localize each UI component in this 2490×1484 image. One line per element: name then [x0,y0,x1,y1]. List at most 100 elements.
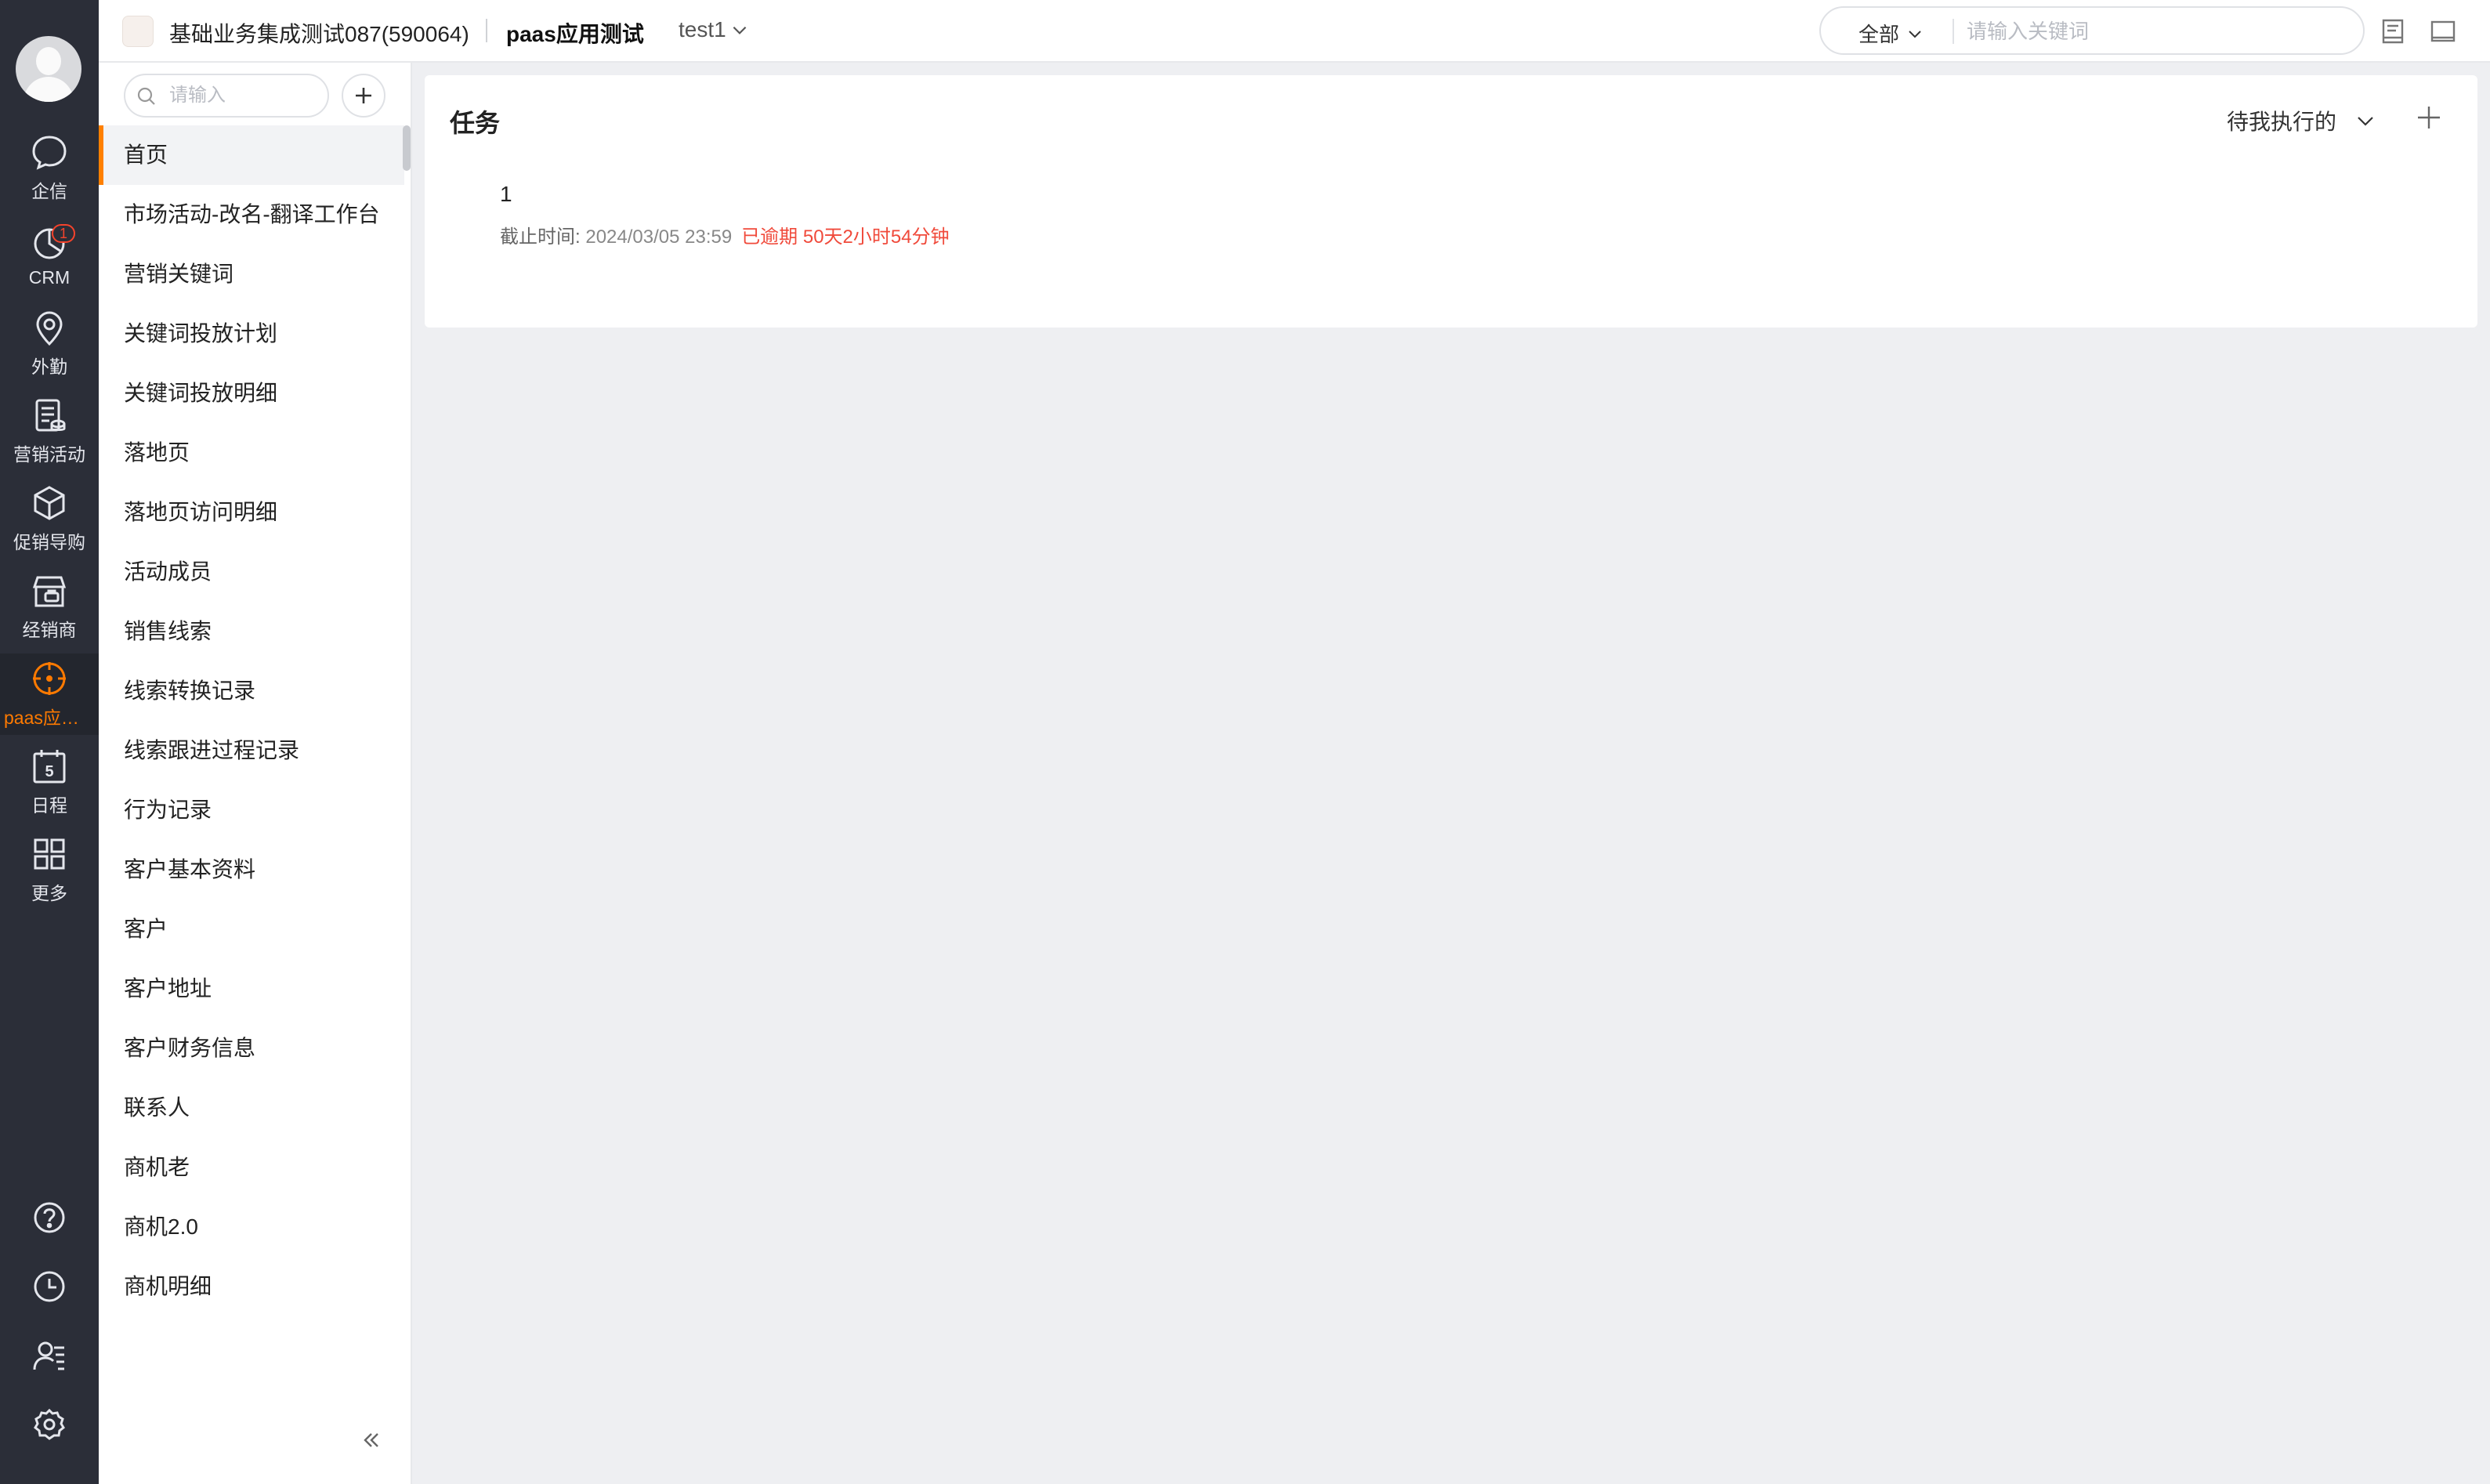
company-name[interactable]: 基础业务集成测试087(590064) [169,17,469,49]
window-icon [2430,20,2456,42]
view-selector[interactable]: test1 [679,17,750,42]
rail-label: 经销商 [22,620,77,640]
app-name: paas应用测试 [506,22,644,46]
rail-item-messaging[interactable]: 企信 [0,127,99,208]
settings-button[interactable] [0,1393,99,1456]
task-filter-label: 待我执行的 [2227,110,2337,134]
search-scope-dropdown[interactable]: 全部 [1858,19,1924,48]
task-card: 任务 待我执行的 1 截止时间: 2024/03/05 23:59 已逾期 50天… [425,75,2477,328]
rail-label: CRM [28,266,71,288]
rail-label: 促销导购 [13,532,85,552]
task-filter-dropdown[interactable]: 待我执行的 [2227,105,2377,136]
help-button[interactable] [0,1186,99,1249]
svg-text:5: 5 [45,763,53,780]
avatar[interactable] [16,36,81,102]
module-nav: 首页 市场活动-改名-翻译工作台 营销关键词 关键词投放计划 关键词投放明细 落… [99,63,412,1484]
settings-icon [34,1408,65,1440]
card-title: 任务 [450,109,501,137]
nav-item-leads[interactable]: 销售线索 [99,602,404,661]
rail-item-crm[interactable]: 1 CRM [0,215,99,296]
task-meta: 截止时间: 2024/03/05 23:59 已逾期 50天2小时54分钟 [500,221,950,248]
avatar-body [24,77,74,102]
chevron-down-icon [2358,117,2373,126]
chat-icon [32,136,67,170]
global-search: 全部 [1819,6,2365,55]
plus-icon [2418,107,2440,128]
chevron-down-icon [733,26,747,34]
rail-item-paas-app[interactable]: paas应用测试 [0,653,99,735]
nav-item-customer-finance[interactable]: 客户财务信息 [99,1019,404,1078]
chevron-down-icon [1909,30,1921,38]
nav-item-marketing-keywords[interactable]: 营销关键词 [99,244,404,304]
calendar-icon: 5 [33,750,66,784]
nav-item-lead-followup[interactable]: 线索跟进过程记录 [99,721,404,780]
rail-label: paas应用测试 [4,708,95,728]
deadline-value: 2024/03/05 23:59 [585,226,733,248]
rail-item-marketing[interactable]: 营销活动 [0,390,99,472]
avatar-head [36,47,61,75]
document-stack-icon [35,399,66,432]
header-divider [486,19,487,42]
nav-item-campaign-workbench[interactable]: 市场活动-改名-翻译工作台 [99,185,404,244]
nav-item-behavior-log[interactable]: 行为记录 [99,780,404,840]
add-nav-button[interactable] [342,74,385,118]
nav-item-keyword-plan[interactable]: 关键词投放计划 [99,304,404,364]
nav-item-customer-profile[interactable]: 客户基本资料 [99,840,404,899]
nav-item-opportunity-detail[interactable]: 商机明细 [99,1257,404,1316]
notepad-icon [2382,19,2404,44]
nav-item-home[interactable]: 首页 [99,125,404,185]
contacts-icon [33,1341,64,1370]
rail-label: 企信 [31,181,67,201]
task-title[interactable]: 1 [500,182,512,207]
nav-search-input[interactable] [169,83,318,108]
help-icon [34,1202,65,1233]
clock-icon [34,1271,65,1302]
notification-badge: 1 [52,224,75,243]
contacts-button[interactable] [0,1324,99,1387]
left-rail: 企信 1 CRM 外勤 营销活动 促销导购 经销商 paas应用测试 5 日程 … [0,0,99,1484]
rail-item-dealer[interactable]: 经销商 [0,566,99,647]
top-header: 基础业务集成测试087(590064) paas应用测试 test1 全部 [99,0,2490,63]
nav-scrollbar[interactable] [403,125,411,171]
nav-item-landing-visits[interactable]: 落地页访问明细 [99,483,404,542]
nav-item-landing-page[interactable]: 落地页 [99,423,404,483]
search-divider [1953,19,1954,44]
rail-item-field-work[interactable]: 外勤 [0,302,99,384]
deadline-label: 截止时间: [500,226,586,248]
rail-label: 日程 [31,795,67,816]
nav-search [124,74,329,118]
rail-label: 更多 [31,883,67,903]
store-icon [32,576,67,607]
nav-list: 首页 市场活动-改名-翻译工作台 营销关键词 关键词投放计划 关键词投放明细 落… [99,125,404,1316]
search-icon [137,87,155,105]
nav-item-customer[interactable]: 客户 [99,899,404,959]
rail-item-schedule[interactable]: 5 日程 [0,741,99,823]
plus-icon [356,88,371,103]
overdue-status: 已逾期 50天2小时54分钟 [741,226,950,248]
cube-icon [34,486,65,520]
nav-item-keyword-detail[interactable]: 关键词投放明细 [99,364,404,423]
rail-label: 外勤 [31,357,67,377]
grid-icon [34,838,65,870]
add-task-button[interactable] [2412,100,2446,135]
rail-item-promotion[interactable]: 促销导购 [0,478,99,559]
view-name: test1 [679,17,726,42]
search-scope-label: 全部 [1858,23,1900,46]
nav-item-opportunity-old[interactable]: 商机老 [99,1138,404,1197]
history-button[interactable] [0,1255,99,1318]
nav-item-contacts[interactable]: 联系人 [99,1078,404,1138]
search-input[interactable] [1967,16,2351,47]
nav-item-opportunity-2[interactable]: 商机2.0 [99,1197,404,1257]
window-button[interactable] [2427,16,2459,47]
nav-item-lead-conversion[interactable]: 线索转换记录 [99,661,404,721]
rail-item-more[interactable]: 更多 [0,829,99,910]
nav-item-customer-address[interactable]: 客户地址 [99,959,404,1019]
double-chevron-left-icon [364,1433,378,1447]
location-pin-icon [36,311,63,346]
notes-button[interactable] [2377,16,2409,47]
company-logo [122,16,154,47]
rail-label: 营销活动 [13,444,85,465]
collapse-nav-button[interactable] [357,1426,385,1454]
crosshair-icon [33,662,66,695]
nav-item-campaign-members[interactable]: 活动成员 [99,542,404,602]
